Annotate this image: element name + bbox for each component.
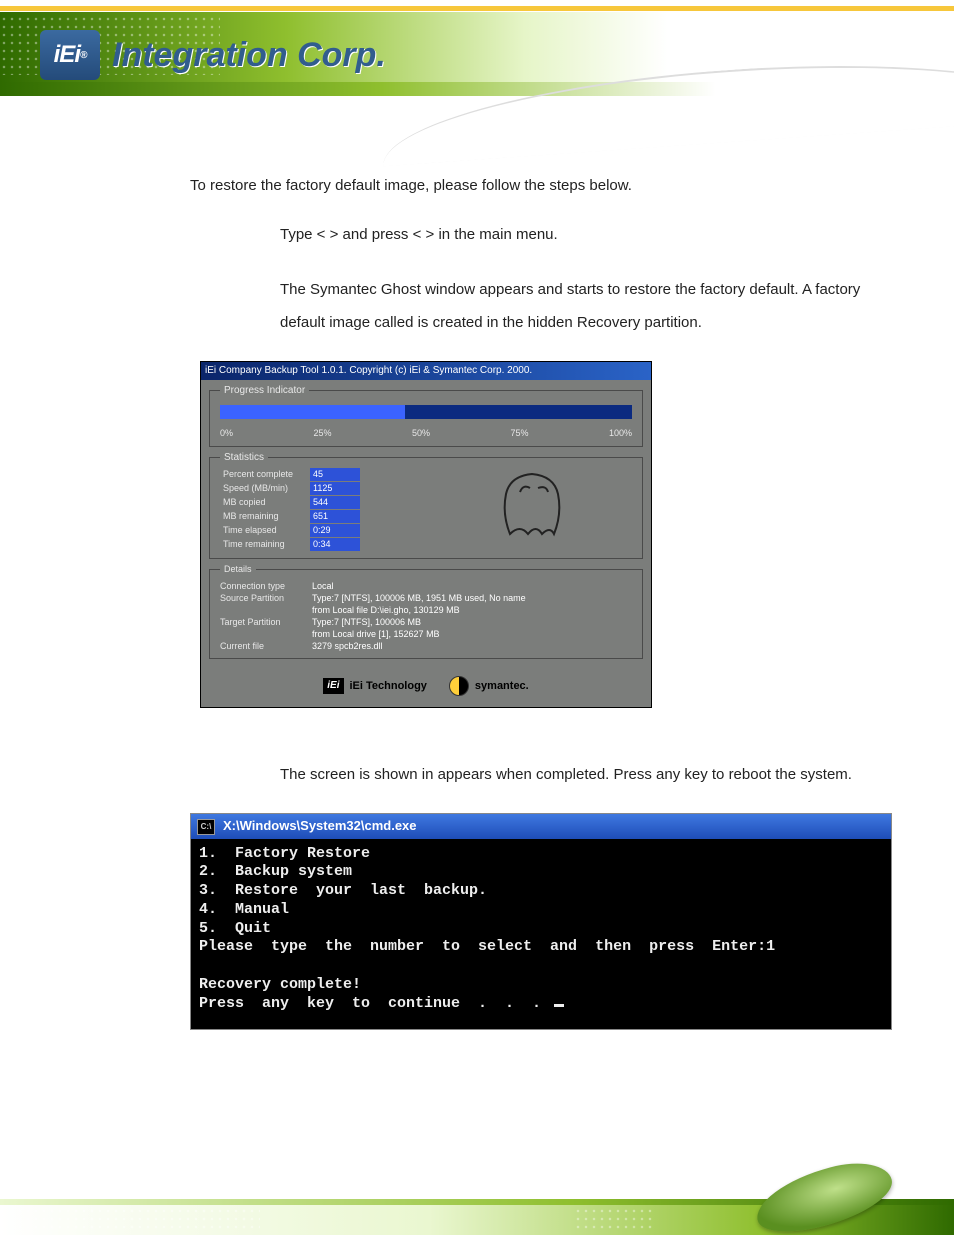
detail-label: Current file: [220, 640, 304, 652]
stat-label: Time elapsed: [220, 524, 310, 537]
tick: 100%: [609, 427, 632, 440]
tick: 25%: [313, 427, 331, 440]
detail-value: from Local drive [1], 152627 MB: [312, 628, 440, 640]
stat-value: 0:34: [310, 538, 360, 551]
page-header: iEi® Integration Corp.: [0, 0, 954, 140]
ghost-titlebar: iEi Company Backup Tool 1.0.1. Copyright…: [201, 362, 651, 380]
tick: 50%: [412, 427, 430, 440]
header-accent: [0, 6, 954, 11]
registered-mark: ®: [80, 50, 86, 61]
cursor-icon: [554, 1004, 564, 1007]
progress-fill: [220, 405, 405, 419]
symantec-icon: [449, 676, 469, 696]
detail-label: Target Partition: [220, 616, 304, 628]
detail-value: 3279 spcb2res.dll: [312, 640, 383, 652]
stat-value: 544: [310, 496, 360, 509]
cmd-text: 1. Factory Restore 2. Backup system 3. R…: [199, 845, 775, 1012]
iei-brand-text: iEi Technology: [350, 679, 427, 694]
detail-value: Local: [312, 580, 334, 592]
ghost-icon: [492, 464, 572, 544]
step-1: Type < > and press < > in the main menu.: [280, 218, 890, 251]
cmd-title-text: X:\Windows\System32\cmd.exe: [223, 817, 417, 835]
cmd-titlebar: C:\ X:\Windows\System32\cmd.exe: [191, 814, 891, 838]
ghost-window: iEi Company Backup Tool 1.0.1. Copyright…: [200, 361, 652, 708]
progress-panel: Progress Indicator 0% 25% 50% 75% 100%: [209, 390, 643, 447]
detail-value: from Local file D:\iei.gho, 130129 MB: [312, 604, 460, 616]
stat-value: 651: [310, 510, 360, 523]
footer-dots: [0, 1207, 260, 1233]
progress-ticks: 0% 25% 50% 75% 100%: [220, 427, 632, 440]
progress-bar: [220, 405, 632, 419]
footer-dots: [574, 1207, 654, 1233]
document-body: To restore the factory default image, pl…: [190, 175, 890, 1030]
detail-label: Source Partition: [220, 592, 304, 604]
detail-label: Connection type: [220, 580, 304, 592]
logo-badge: iEi®: [40, 30, 100, 80]
symantec-brand: symantec.: [449, 676, 529, 696]
cmd-window: C:\ X:\Windows\System32\cmd.exe 1. Facto…: [190, 813, 892, 1030]
stat-value: 0:29: [310, 524, 360, 537]
details-label: Details: [220, 563, 256, 576]
stat-label: Speed (MB/min): [220, 482, 310, 495]
logo-text: Integration Corp.: [112, 36, 386, 75]
stat-label: MB copied: [220, 496, 310, 509]
stat-label: MB remaining: [220, 510, 310, 523]
iei-mark-icon: iEi: [323, 678, 343, 694]
detail-value: Type:7 [NTFS], 100006 MB: [312, 616, 421, 628]
tick: 0%: [220, 427, 233, 440]
symantec-text: symantec.: [475, 679, 529, 694]
step-3: The screen is shown in appears when comp…: [280, 758, 890, 791]
details-panel: Details Connection typeLocal Source Part…: [209, 569, 643, 660]
iei-brand: iEi iEi Technology: [323, 678, 427, 694]
cmd-output: 1. Factory Restore 2. Backup system 3. R…: [191, 839, 891, 1030]
intro-text: To restore the factory default image, pl…: [190, 175, 890, 196]
stat-label: Percent complete: [220, 468, 310, 481]
detail-value: Type:7 [NTFS], 100006 MB, 1951 MB used, …: [312, 592, 526, 604]
tick: 75%: [510, 427, 528, 440]
step-2: The Symantec Ghost window appears and st…: [280, 273, 890, 339]
ghost-footer: iEi iEi Technology symantec.: [209, 669, 643, 701]
progress-label: Progress Indicator: [220, 384, 309, 398]
stat-value: 45: [310, 468, 360, 481]
brand-logo: iEi® Integration Corp.: [40, 30, 386, 80]
stats-label: Statistics: [220, 451, 268, 465]
logo-mark: iEi: [54, 41, 80, 69]
stat-label: Time remaining: [220, 538, 310, 551]
page-footer: [0, 1175, 954, 1235]
detail-label: [220, 628, 304, 640]
stat-value: 1125: [310, 482, 360, 495]
stats-panel: Statistics Percent complete Speed (MB/mi…: [209, 457, 643, 559]
cmd-icon: C:\: [197, 819, 215, 835]
detail-label: [220, 604, 304, 616]
